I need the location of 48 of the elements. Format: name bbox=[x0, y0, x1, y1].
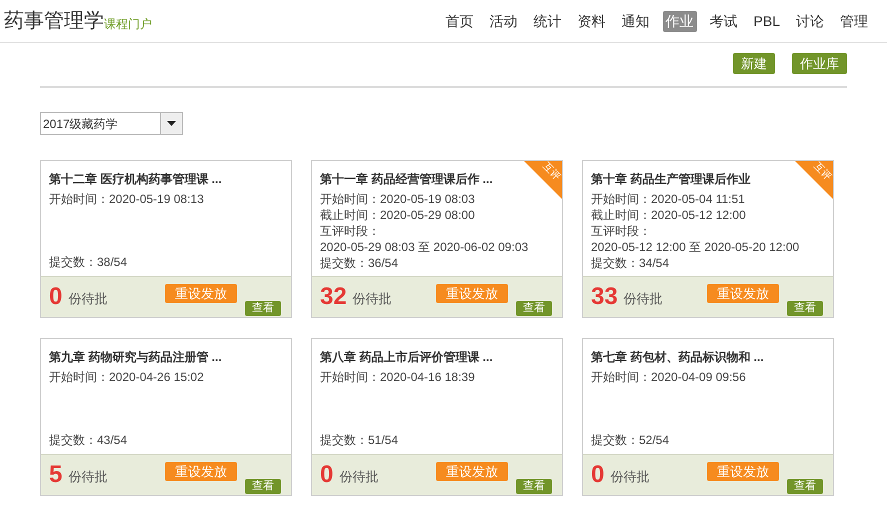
assignment-detail: 开始时间：2020-04-09 09:56 bbox=[591, 369, 746, 385]
assignment-detail: 开始时间：2020-04-26 15:02 bbox=[49, 369, 204, 385]
pending-label: 份待批 bbox=[624, 290, 663, 308]
submission-count: 提交数：51/54 bbox=[320, 432, 400, 448]
assignment-detail: 开始时间：2020-05-19 08:13 bbox=[49, 191, 204, 207]
class-select[interactable]: 2017级藏药学 bbox=[40, 112, 183, 135]
nav-tab[interactable]: 考试 bbox=[706, 10, 741, 32]
submission-count: 提交数：36/54 bbox=[320, 255, 400, 271]
assignment-detail: 截止时间：2020-05-29 08:00 bbox=[320, 207, 475, 223]
pending-count: 0 bbox=[49, 285, 62, 309]
nav-tab[interactable]: 管理 bbox=[837, 10, 871, 32]
pending-count: 5 bbox=[49, 463, 62, 487]
pending-count: 32 bbox=[320, 285, 347, 309]
submission-count: 提交数：43/54 bbox=[49, 432, 128, 448]
nav-tab[interactable]: 首页 bbox=[442, 10, 477, 32]
assignment-title[interactable]: 第九章 药物研究与药品注册管 ... bbox=[49, 348, 222, 366]
assignment-title[interactable]: 第十章 药品生产管理课后作业 bbox=[591, 170, 750, 188]
assignment-detail: 互评时段： 2020-05-12 12:00 至 2020-05-20 12:00 bbox=[591, 223, 800, 255]
assignment-title[interactable]: 第十二章 医疗机构药事管理课 ... bbox=[49, 170, 222, 188]
assignment-title[interactable]: 第十一章 药品经营管理课后作 ... bbox=[320, 170, 493, 188]
pending-label: 份待批 bbox=[68, 468, 108, 486]
assignment-title[interactable]: 第八章 药品上市后评价管理课 ... bbox=[320, 348, 493, 366]
nav-tab[interactable]: 通知 bbox=[618, 10, 653, 32]
dropdown-arrow-icon bbox=[167, 121, 176, 126]
pending-label: 份待批 bbox=[68, 290, 108, 308]
peer-review-label: 互评 bbox=[811, 161, 833, 183]
course-title: 药事管理学 bbox=[4, 9, 104, 34]
peer-review-label: 互评 bbox=[540, 161, 562, 183]
pending-label: 份待批 bbox=[610, 468, 650, 486]
assignment-detail: 截止时间：2020-05-12 12:00 bbox=[591, 207, 746, 223]
assignment-detail: 开始时间：2020-05-04 11:51 bbox=[591, 191, 745, 207]
nav-tab[interactable]: 统计 bbox=[530, 10, 565, 32]
nav-tab[interactable]: 活动 bbox=[486, 10, 521, 32]
pending-count: 0 bbox=[320, 463, 334, 487]
assignment-detail: 开始时间：2020-04-16 18:39 bbox=[320, 369, 475, 385]
assignment-title[interactable]: 第七章 药包材、药品标识物和 ... bbox=[591, 348, 764, 366]
submission-count: 提交数：34/54 bbox=[591, 255, 670, 271]
assignment-detail: 开始时间：2020-05-19 08:03 bbox=[320, 191, 475, 207]
pending-count: 33 bbox=[591, 285, 618, 309]
pending-label: 份待批 bbox=[339, 468, 378, 486]
pending-count: 0 bbox=[591, 463, 604, 487]
nav-tab[interactable]: 资料 bbox=[574, 10, 609, 32]
nav-tab[interactable]: 讨论 bbox=[793, 10, 827, 32]
submission-count: 提交数：38/54 bbox=[49, 254, 128, 270]
nav-tab[interactable]: PBL bbox=[750, 10, 783, 32]
pending-label: 份待批 bbox=[352, 290, 392, 308]
assignment-detail: 互评时段： 2020-05-29 08:03 至 2020-06-02 09:03 bbox=[320, 223, 528, 255]
submission-count: 提交数：52/54 bbox=[591, 432, 670, 448]
